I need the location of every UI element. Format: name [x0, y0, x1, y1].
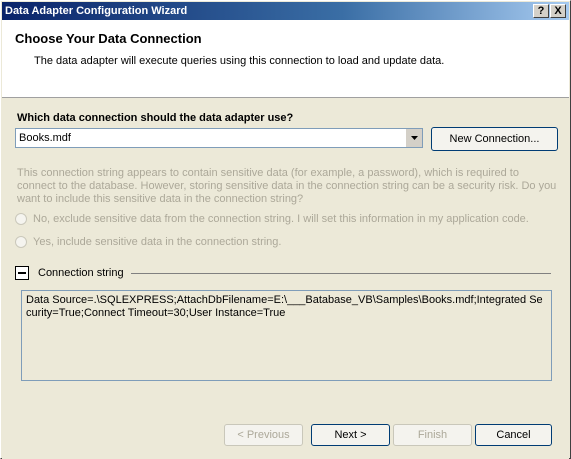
- new-connection-button[interactable]: New Connection...: [431, 127, 558, 151]
- sensitive-data-warning: This connection string appears to contai…: [17, 167, 557, 205]
- radio-circle-icon[interactable]: [15, 213, 27, 225]
- wizard-header: Choose Your Data Connection The data ada…: [2, 20, 569, 98]
- help-button[interactable]: ?: [533, 4, 549, 18]
- section-divider: [131, 273, 551, 274]
- collapse-icon[interactable]: [15, 266, 29, 280]
- connection-question: Which data connection should the data ad…: [17, 112, 294, 124]
- exclude-sensitive-label: No, exclude sensitive data from the conn…: [33, 213, 529, 225]
- exclude-sensitive-radio[interactable]: No, exclude sensitive data from the conn…: [15, 213, 555, 227]
- connection-string-textbox[interactable]: Data Source=.\SQLEXPRESS;AttachDbFilenam…: [21, 290, 552, 381]
- dropdown-arrow-button[interactable]: [405, 129, 422, 147]
- previous-button[interactable]: < Previous: [224, 424, 303, 446]
- cancel-button[interactable]: Cancel: [475, 424, 552, 446]
- window-title: Data Adapter Configuration Wizard: [5, 5, 188, 17]
- page-description: The data adapter will execute queries us…: [34, 55, 445, 67]
- include-sensitive-label: Yes, include sensitive data in the conne…: [33, 236, 282, 248]
- connection-dropdown[interactable]: Books.mdf: [15, 128, 423, 148]
- include-sensitive-radio[interactable]: Yes, include sensitive data in the conne…: [15, 236, 555, 250]
- connection-string-section: Connection string: [15, 266, 555, 280]
- finish-button[interactable]: Finish: [393, 424, 472, 446]
- title-bar[interactable]: Data Adapter Configuration Wizard ? X: [2, 2, 569, 20]
- connection-dropdown-value: Books.mdf: [19, 132, 71, 144]
- page-title: Choose Your Data Connection: [15, 31, 202, 46]
- chevron-down-icon: [410, 136, 418, 140]
- next-button[interactable]: Next >: [311, 424, 390, 446]
- close-icon: X: [554, 5, 562, 17]
- help-icon: ?: [537, 5, 545, 17]
- wizard-window: Data Adapter Configuration Wizard ? X Ch…: [0, 0, 571, 459]
- radio-circle-icon[interactable]: [15, 236, 27, 248]
- connection-string-label: Connection string: [38, 267, 124, 279]
- close-button[interactable]: X: [550, 4, 566, 18]
